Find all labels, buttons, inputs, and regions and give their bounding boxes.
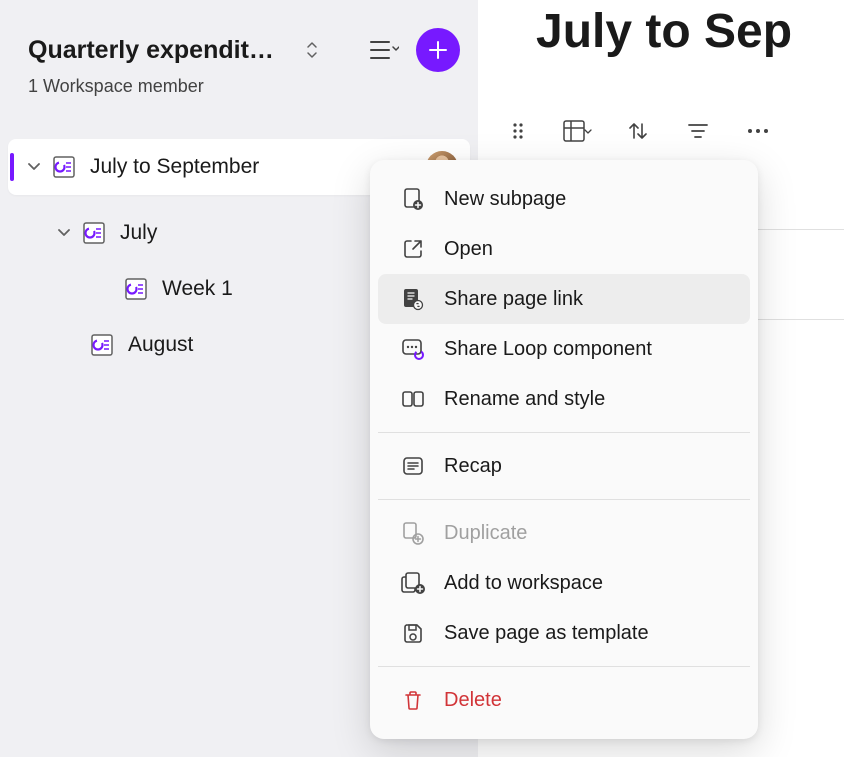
add-workspace-icon <box>400 570 426 596</box>
nav-item-label: July to September <box>90 155 388 179</box>
page-context-menu: New subpage Open Share page link Share L… <box>370 160 758 739</box>
duplicate-icon <box>400 520 426 546</box>
menu-item-label: Open <box>444 238 493 261</box>
new-page-button[interactable] <box>416 28 460 72</box>
rename-icon <box>400 386 426 412</box>
menu-item-label: Delete <box>444 689 502 712</box>
menu-save-page-as-template[interactable]: Save page as template <box>378 608 750 658</box>
menu-open[interactable]: Open <box>378 224 750 274</box>
menu-delete[interactable]: Delete <box>378 675 750 725</box>
menu-item-label: Share Loop component <box>444 338 652 361</box>
menu-item-label: Add to workspace <box>444 572 603 595</box>
menu-duplicate: Duplicate <box>378 508 750 558</box>
workspace-members-label: 1 Workspace member <box>0 72 478 97</box>
sort-icon[interactable] <box>622 115 654 147</box>
share-loop-icon <box>400 336 426 362</box>
new-subpage-icon <box>400 186 426 212</box>
menu-divider <box>378 666 750 667</box>
menu-item-label: Duplicate <box>444 522 527 545</box>
menu-item-label: Recap <box>444 455 502 478</box>
share-link-icon <box>400 286 426 312</box>
loop-page-icon <box>88 331 116 359</box>
filter-icon[interactable] <box>682 115 714 147</box>
menu-item-label: Share page link <box>444 288 583 311</box>
menu-item-label: New subpage <box>444 188 566 211</box>
recap-icon <box>400 453 426 479</box>
loop-page-icon <box>80 219 108 247</box>
more-options-icon[interactable] <box>742 115 774 147</box>
menu-divider <box>378 499 750 500</box>
menu-add-to-workspace[interactable]: Add to workspace <box>378 558 750 608</box>
workspace-title[interactable]: Quarterly expendit… <box>28 36 292 65</box>
menu-item-label: Save page as template <box>444 622 649 645</box>
delete-icon <box>400 687 426 713</box>
menu-item-label: Rename and style <box>444 388 605 411</box>
menu-divider <box>378 432 750 433</box>
workspace-header: Quarterly expendit… <box>0 28 478 72</box>
menu-rename-and-style[interactable]: Rename and style <box>378 374 750 424</box>
list-view-icon[interactable] <box>366 32 402 68</box>
loop-page-icon <box>50 153 78 181</box>
page-toolbar <box>478 59 844 147</box>
table-view-icon[interactable] <box>562 115 594 147</box>
menu-new-subpage[interactable]: New subpage <box>378 174 750 224</box>
menu-share-page-link[interactable]: Share page link <box>378 274 750 324</box>
open-icon <box>400 236 426 262</box>
page-title[interactable]: July to Sep <box>478 0 844 59</box>
workspace-expand-icon[interactable] <box>300 38 324 62</box>
menu-recap[interactable]: Recap <box>378 441 750 491</box>
drag-handle-icon[interactable] <box>502 115 534 147</box>
chevron-down-icon[interactable] <box>26 159 42 175</box>
loop-page-icon <box>122 275 150 303</box>
chevron-down-icon[interactable] <box>56 225 72 241</box>
menu-share-loop-component[interactable]: Share Loop component <box>378 324 750 374</box>
save-template-icon <box>400 620 426 646</box>
